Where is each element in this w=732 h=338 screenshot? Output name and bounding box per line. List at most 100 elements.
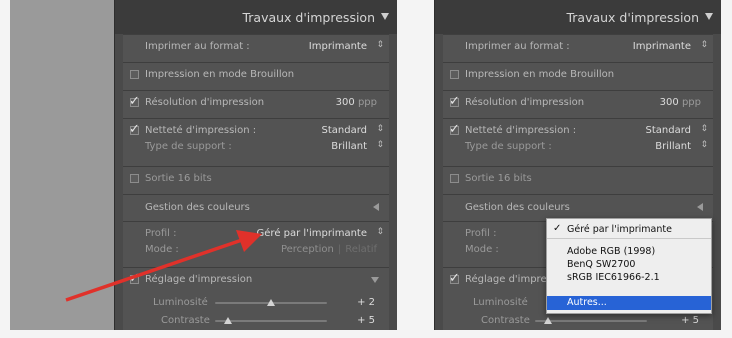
- bits16-label: Sortie 16 bits: [145, 173, 212, 184]
- triangle-left-icon[interactable]: [697, 203, 703, 211]
- draft-mode-row[interactable]: Impression en mode Brouillon: [123, 62, 389, 87]
- sharpening-group: ✓ Netteté d'impression : Standard ⇕ Type…: [443, 118, 713, 165]
- triangle-down-icon[interactable]: [371, 277, 379, 283]
- bits16-row[interactable]: Sortie 16 bits: [123, 166, 389, 191]
- panel-body: Imprimer au format : Imprimante ⇕ Impres…: [123, 34, 389, 330]
- mode-options: Perception | Relatif: [281, 244, 377, 255]
- resolution-unit: ppp: [681, 97, 701, 108]
- resolution-row[interactable]: ✓ Résolution d'impression 300 ppp: [123, 90, 389, 115]
- checkmark-icon: ✓: [449, 122, 460, 137]
- mode-relative-option[interactable]: Relatif: [345, 244, 377, 255]
- resolution-number[interactable]: 300: [336, 97, 355, 108]
- profile-label: Profil :: [145, 228, 177, 239]
- menu-item-others[interactable]: Autres...: [547, 296, 711, 310]
- profile-value[interactable]: Géré par l'imprimante: [257, 228, 367, 239]
- draft-mode-label: Impression en mode Brouillon: [465, 69, 615, 80]
- panel-header[interactable]: Travaux d'impression: [435, 0, 721, 34]
- menu-item-benq[interactable]: BenQ SW2700: [553, 259, 711, 272]
- contrast-slider-thumb[interactable]: [544, 317, 553, 324]
- updown-arrows-icon[interactable]: ⇕: [376, 40, 384, 50]
- collapse-triangle-down-icon[interactable]: [705, 13, 713, 20]
- resolution-value[interactable]: 300 ppp: [660, 97, 701, 108]
- mode-separator: |: [337, 244, 342, 255]
- draft-mode-checkbox[interactable]: [450, 70, 459, 79]
- mode-label: Mode :: [465, 244, 499, 255]
- profile-group: Profil : Géré par l'imprimante ⇕ Mode : …: [123, 221, 389, 268]
- media-type-label: Type de support :: [145, 141, 232, 152]
- color-management-header[interactable]: Gestion des couleurs: [443, 194, 713, 221]
- contrast-slider[interactable]: [535, 317, 647, 324]
- updown-arrows-icon[interactable]: ⇕: [700, 40, 708, 50]
- contrast-value: + 5: [681, 315, 699, 326]
- sharpening-value[interactable]: Standard: [646, 125, 692, 136]
- contrast-label: Contraste: [161, 315, 210, 326]
- mode-label: Mode :: [145, 244, 179, 255]
- color-management-label: Gestion des couleurs: [145, 202, 250, 213]
- menu-item-adobe-rgb[interactable]: Adobe RGB (1998): [553, 246, 711, 259]
- resolution-value[interactable]: 300 ppp: [336, 97, 377, 108]
- print-format-label: Imprimer au format :: [145, 41, 250, 52]
- resolution-row[interactable]: ✓ Résolution d'impression 300 ppp: [443, 90, 713, 115]
- bits16-row[interactable]: Sortie 16 bits: [443, 166, 713, 191]
- brightness-slider[interactable]: [215, 299, 327, 306]
- menu-item-label: Adobe RGB (1998): [567, 246, 656, 257]
- profile-dropdown-menu: Géré par l'imprimante Adobe RGB (1998) B…: [546, 218, 712, 314]
- media-type-value[interactable]: Brillant: [331, 141, 367, 152]
- contrast-value: + 5: [357, 315, 375, 326]
- collapse-triangle-down-icon[interactable]: [381, 13, 389, 20]
- print-adjust-label-truncated: Réglage d'impre: [465, 274, 547, 285]
- sharpening-label: Netteté d'impression :: [145, 125, 257, 136]
- updown-arrows-icon[interactable]: ⇕: [700, 140, 708, 150]
- media-type-value[interactable]: Brillant: [655, 141, 691, 152]
- resolution-unit: ppp: [357, 97, 377, 108]
- panel-title: Travaux d'impression: [566, 10, 699, 25]
- print-format-value[interactable]: Imprimante: [633, 41, 691, 52]
- brightness-label: Luminosité: [153, 297, 208, 308]
- print-format-row[interactable]: Imprimer au format : Imprimante ⇕: [123, 35, 389, 59]
- menu-item-label: Autres...: [567, 297, 607, 308]
- background-gray-area: [10, 0, 114, 330]
- triangle-left-icon[interactable]: [373, 203, 379, 211]
- menu-item-managed-by-printer[interactable]: Géré par l'imprimante: [553, 223, 711, 237]
- draft-mode-row[interactable]: Impression en mode Brouillon: [443, 62, 713, 87]
- resolution-label: Résolution d'impression: [145, 97, 265, 108]
- sharpening-label: Netteté d'impression :: [465, 125, 577, 136]
- print-format-value[interactable]: Imprimante: [309, 41, 367, 52]
- updown-arrows-icon[interactable]: ⇕: [376, 140, 384, 150]
- draft-mode-checkbox[interactable]: [130, 70, 139, 79]
- contrast-label: Contraste: [481, 315, 530, 326]
- sharpening-value[interactable]: Standard: [322, 125, 368, 136]
- print-format-row[interactable]: Imprimer au format : Imprimante ⇕: [443, 35, 713, 59]
- brightness-slider-thumb[interactable]: [267, 299, 275, 306]
- bits16-label: Sortie 16 bits: [465, 173, 532, 184]
- checkmark-icon: ✓: [129, 94, 140, 109]
- checkmark-icon: ✓: [129, 122, 140, 137]
- resolution-number[interactable]: 300: [660, 97, 679, 108]
- print-format-label: Imprimer au format :: [465, 41, 570, 52]
- sharpening-group: ✓ Netteté d'impression : Standard ⇕ Type…: [123, 118, 389, 165]
- contrast-slider-thumb[interactable]: [224, 317, 233, 324]
- print-adjust-header[interactable]: ✓ Réglage d'impression: [123, 267, 389, 292]
- menu-item-label: BenQ SW2700: [567, 259, 636, 270]
- contrast-slider[interactable]: [215, 317, 327, 324]
- print-job-panel-left: Travaux d'impression Imprimer au format …: [114, 0, 397, 330]
- bits16-checkbox[interactable]: [450, 174, 459, 183]
- updown-arrows-icon[interactable]: ⇕: [700, 124, 708, 134]
- updown-arrows-icon[interactable]: ⇕: [376, 124, 384, 134]
- bits16-checkbox[interactable]: [130, 174, 139, 183]
- profile-label: Profil :: [465, 228, 497, 239]
- menu-separator: [547, 238, 711, 239]
- color-management-header[interactable]: Gestion des couleurs: [123, 194, 389, 221]
- menu-item-label: sRGB IEC61966-2.1: [567, 272, 660, 283]
- updown-arrows-icon[interactable]: ⇕: [376, 227, 384, 237]
- media-type-label: Type de support :: [465, 141, 552, 152]
- panel-header[interactable]: Travaux d'impression: [115, 0, 397, 34]
- brightness-value: + 2: [357, 297, 375, 308]
- brightness-label: Luminosité: [473, 297, 528, 308]
- menu-item-srgb[interactable]: sRGB IEC61966-2.1: [553, 272, 711, 285]
- checkmark-icon: ✓: [449, 271, 460, 286]
- menu-item-label: Géré par l'imprimante: [567, 224, 672, 235]
- contrast-row: Contraste + 5: [123, 309, 389, 330]
- mode-perception-option[interactable]: Perception: [281, 244, 334, 255]
- print-adjust-label: Réglage d'impression: [145, 274, 253, 285]
